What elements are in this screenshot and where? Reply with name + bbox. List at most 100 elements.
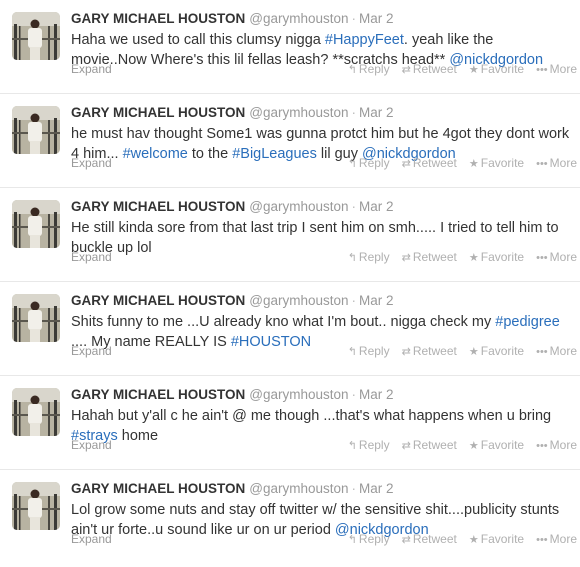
ellipsis-icon: •••	[536, 64, 548, 76]
author-username[interactable]: @garymhouston	[249, 199, 348, 214]
favorite-button[interactable]: ★ Favorite	[469, 343, 524, 360]
reply-icon: ↰	[347, 158, 357, 170]
hashtag-link[interactable]: #pedigree	[495, 314, 560, 330]
more-label: More	[549, 344, 577, 358]
reply-button[interactable]: ↰ Reply	[348, 343, 390, 360]
reply-button[interactable]: ↰ Reply	[348, 155, 390, 172]
author-fullname[interactable]: GARY MICHAEL HOUSTON	[71, 481, 245, 496]
retweet-button[interactable]: ⇄ Retweet	[402, 61, 457, 78]
tweet-text-segment: Haha we used to call this clumsy nigga	[71, 32, 325, 48]
expand-link[interactable]: Expand	[71, 438, 112, 452]
expand-link[interactable]: Expand	[71, 62, 112, 76]
reply-label: Reply	[358, 532, 390, 546]
reply-label: Reply	[358, 438, 390, 452]
favorite-button[interactable]: ★ Favorite	[469, 61, 524, 78]
favorite-button[interactable]: ★ Favorite	[469, 531, 524, 548]
author-fullname[interactable]: GARY MICHAEL HOUSTON	[71, 105, 245, 120]
reply-button[interactable]: ↰ Reply	[348, 249, 390, 266]
separator-dot: ·	[351, 105, 357, 120]
more-button[interactable]: ••• More	[536, 531, 577, 548]
tweet-timestamp[interactable]: Mar 2	[359, 293, 394, 308]
reply-label: Reply	[358, 344, 390, 358]
tweet[interactable]: GARY MICHAEL HOUSTON @garymhouston · Mar 2 …	[0, 188, 580, 282]
more-button[interactable]: ••• More	[536, 155, 577, 172]
more-label: More	[549, 438, 577, 452]
reply-button[interactable]: ↰ Reply	[348, 437, 390, 454]
retweet-button[interactable]: ⇄ Retweet	[402, 437, 457, 454]
tweet-timestamp[interactable]: Mar 2	[359, 481, 394, 496]
favorite-label: Favorite	[480, 438, 525, 452]
retweet-icon: ⇄	[401, 346, 411, 358]
star-icon: ★	[468, 158, 479, 170]
author-fullname[interactable]: GARY MICHAEL HOUSTON	[71, 293, 245, 308]
author-fullname[interactable]: GARY MICHAEL HOUSTON	[71, 387, 245, 402]
more-button[interactable]: ••• More	[536, 437, 577, 454]
author-fullname[interactable]: GARY MICHAEL HOUSTON	[71, 11, 245, 26]
expand-link[interactable]: Expand	[71, 532, 112, 546]
retweet-button[interactable]: ⇄ Retweet	[402, 155, 457, 172]
reply-icon: ↰	[347, 64, 357, 76]
avatar-photo-icon	[12, 388, 60, 436]
tweet-header: GARY MICHAEL HOUSTON @garymhouston · Mar 2	[71, 104, 578, 122]
retweet-icon: ⇄	[401, 64, 411, 76]
more-button[interactable]: ••• More	[536, 343, 577, 360]
tweet[interactable]: GARY MICHAEL HOUSTON @garymhouston · Mar 2 …	[0, 376, 580, 470]
favorite-button[interactable]: ★ Favorite	[469, 437, 524, 454]
author-username[interactable]: @garymhouston	[249, 105, 348, 120]
avatar[interactable]	[12, 12, 60, 60]
more-button[interactable]: ••• More	[536, 249, 577, 266]
favorite-label: Favorite	[480, 344, 525, 358]
author-username[interactable]: @garymhouston	[249, 11, 348, 26]
favorite-label: Favorite	[480, 156, 525, 170]
tweet-footer: Expand ↰ Reply ⇄ Retweet ★ Favorite ••• More	[71, 249, 580, 265]
author-username[interactable]: @garymhouston	[249, 387, 348, 402]
avatar[interactable]	[12, 388, 60, 436]
tweet-text-segment: Hahah but y'all c he ain't @ me though .…	[71, 408, 552, 424]
reply-button[interactable]: ↰ Reply	[348, 531, 390, 548]
author-username[interactable]: @garymhouston	[249, 293, 348, 308]
expand-link[interactable]: Expand	[71, 250, 112, 264]
retweet-button[interactable]: ⇄ Retweet	[402, 249, 457, 266]
more-button[interactable]: ••• More	[536, 61, 577, 78]
tweet-actions: ↰ Reply ⇄ Retweet ★ Favorite ••• More	[336, 343, 577, 360]
favorite-button[interactable]: ★ Favorite	[469, 249, 524, 266]
tweet-header: GARY MICHAEL HOUSTON @garymhouston · Mar 2	[71, 10, 578, 28]
tweet-timestamp[interactable]: Mar 2	[359, 387, 394, 402]
avatar-photo-icon	[12, 482, 60, 530]
favorite-button[interactable]: ★ Favorite	[469, 155, 524, 172]
reply-button[interactable]: ↰ Reply	[348, 61, 390, 78]
tweet-timestamp[interactable]: Mar 2	[359, 199, 394, 214]
tweet-actions: ↰ Reply ⇄ Retweet ★ Favorite ••• More	[336, 437, 577, 454]
tweet-footer: Expand ↰ Reply ⇄ Retweet ★ Favorite ••• More	[71, 343, 580, 359]
expand-link[interactable]: Expand	[71, 156, 112, 170]
tweet-timeline: GARY MICHAEL HOUSTON @garymhouston · Mar 2 …	[0, 0, 580, 564]
favorite-label: Favorite	[480, 250, 525, 264]
author-username[interactable]: @garymhouston	[249, 481, 348, 496]
avatar[interactable]	[12, 482, 60, 530]
more-label: More	[549, 62, 577, 76]
retweet-button[interactable]: ⇄ Retweet	[402, 343, 457, 360]
tweet[interactable]: GARY MICHAEL HOUSTON @garymhouston · Mar 2 …	[0, 282, 580, 376]
retweet-label: Retweet	[412, 344, 457, 358]
reply-icon: ↰	[347, 346, 357, 358]
retweet-icon: ⇄	[401, 534, 411, 546]
ellipsis-icon: •••	[536, 346, 548, 358]
tweet-timestamp[interactable]: Mar 2	[359, 11, 394, 26]
avatar[interactable]	[12, 200, 60, 248]
star-icon: ★	[468, 346, 479, 358]
avatar[interactable]	[12, 106, 60, 154]
expand-link[interactable]: Expand	[71, 344, 112, 358]
retweet-icon: ⇄	[401, 158, 411, 170]
tweet[interactable]: GARY MICHAEL HOUSTON @garymhouston · Mar 2 …	[0, 94, 580, 188]
tweet-timestamp[interactable]: Mar 2	[359, 105, 394, 120]
ellipsis-icon: •••	[536, 440, 548, 452]
retweet-button[interactable]: ⇄ Retweet	[402, 531, 457, 548]
author-fullname[interactable]: GARY MICHAEL HOUSTON	[71, 199, 245, 214]
hashtag-link[interactable]: #HappyFeet	[325, 32, 404, 48]
avatar[interactable]	[12, 294, 60, 342]
tweet-header: GARY MICHAEL HOUSTON @garymhouston · Mar 2	[71, 292, 578, 310]
tweet[interactable]: GARY MICHAEL HOUSTON @garymhouston · Mar 2 …	[0, 470, 580, 564]
reply-icon: ↰	[347, 252, 357, 264]
tweet[interactable]: GARY MICHAEL HOUSTON @garymhouston · Mar 2 …	[0, 0, 580, 94]
more-label: More	[549, 532, 577, 546]
